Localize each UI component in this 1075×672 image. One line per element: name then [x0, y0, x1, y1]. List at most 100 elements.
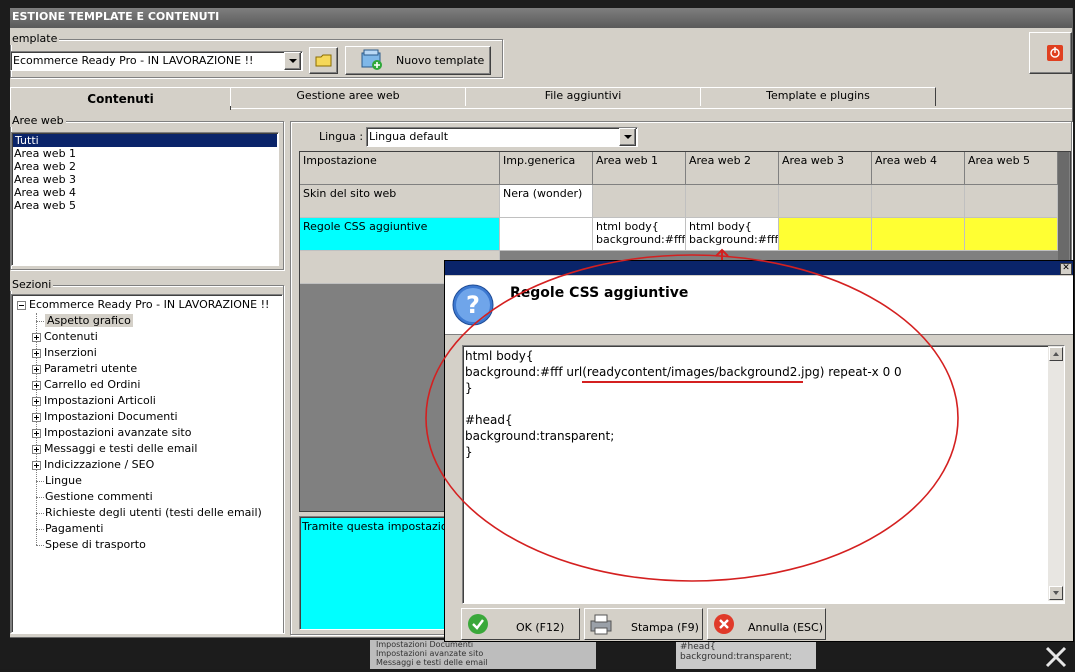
scroll-up-button[interactable]: [1049, 347, 1063, 361]
template-group-label: emplate: [10, 32, 60, 45]
ok-button[interactable]: OK (F12): [461, 608, 580, 640]
grid-cell[interactable]: [965, 185, 1058, 218]
expand-icon[interactable]: [32, 348, 41, 358]
power-icon: [1047, 45, 1063, 61]
grid-cell[interactable]: [779, 185, 872, 218]
tree-item[interactable]: Gestione commenti: [36, 489, 153, 505]
grid-cell[interactable]: [872, 185, 965, 218]
background-peek-text: Impostazioni Documenti Impostazioni avan…: [370, 640, 596, 669]
grid-cell[interactable]: [686, 185, 779, 218]
grid-header: Area web 2: [686, 152, 779, 185]
template-combo-value: Ecommerce Ready Pro - IN LAVORAZIONE !!: [13, 54, 254, 67]
grid-cell[interactable]: Nera (wonder): [500, 185, 593, 218]
lingua-combo[interactable]: Lingua default: [366, 127, 638, 147]
grid-cell[interactable]: [500, 218, 593, 251]
tab-contenuti[interactable]: Contenuti: [10, 87, 231, 110]
tab-file-aggiuntivi[interactable]: File aggiuntivi: [465, 87, 701, 106]
tree-item[interactable]: Impostazioni Articoli: [32, 393, 156, 409]
description-box: Tramite questa impostazione e: [299, 516, 472, 630]
dialog-titlebar: [445, 261, 1073, 275]
expand-icon[interactable]: [32, 412, 41, 422]
code-line: background:#fff url(readycontent/images/…: [465, 365, 902, 379]
list-item[interactable]: Area web 4: [12, 186, 278, 199]
cancel-icon: [714, 614, 734, 634]
arrow-down-icon: [1053, 591, 1059, 595]
tree-item[interactable]: Carrello ed Ordini: [32, 377, 140, 393]
power-button[interactable]: [1029, 32, 1072, 74]
grid-cell-selected[interactable]: Regole CSS aggiuntive: [300, 218, 500, 251]
sezioni-label: Sezioni: [10, 278, 54, 291]
expand-icon[interactable]: [32, 364, 41, 374]
aree-web-list[interactable]: Tutti Area web 1 Area web 2 Area web 3 A…: [11, 132, 279, 266]
window-title: ESTIONE TEMPLATE E CONTENUTI: [12, 10, 220, 23]
css-editor-dialog: ✕ ? Regole CSS aggiuntive html body{ bac…: [444, 260, 1074, 642]
svg-text:?: ?: [466, 291, 480, 319]
list-item[interactable]: Area web 1: [12, 147, 278, 160]
grid-cell[interactable]: [872, 218, 965, 251]
tree-item[interactable]: Spese di trasporto: [36, 537, 146, 553]
grid-cell[interactable]: [593, 185, 686, 218]
tree-item[interactable]: Parametri utente: [32, 361, 137, 377]
new-template-icon: [361, 49, 382, 70]
grid-header: Imp.generica: [500, 152, 593, 185]
grid-header: Area web 4: [872, 152, 965, 185]
sezioni-tree[interactable]: Ecommerce Ready Pro - IN LAVORAZIONE !! …: [11, 294, 283, 633]
grid-cell[interactable]: [965, 218, 1058, 251]
grid-header: Area web 1: [593, 152, 686, 185]
code-line: }: [465, 445, 473, 459]
tree-item[interactable]: Lingue: [36, 473, 82, 489]
tab-template-e-plugins[interactable]: Template e plugins: [700, 87, 936, 106]
tree-item[interactable]: Messaggi e testi delle email: [32, 441, 197, 457]
tree-item[interactable]: Indicizzazione / SEO: [32, 457, 154, 473]
list-item[interactable]: Area web 2: [12, 160, 278, 173]
grid-header: Area web 3: [779, 152, 872, 185]
grid-cell[interactable]: [779, 218, 872, 251]
dialog-header: ? Regole CSS aggiuntive: [445, 276, 1073, 335]
print-button[interactable]: Stampa (F9): [584, 608, 703, 640]
tree-item[interactable]: Inserzioni: [32, 345, 97, 361]
tree-root[interactable]: Ecommerce Ready Pro - IN LAVORAZIONE !!: [17, 297, 269, 313]
tab-gestione-aree-web[interactable]: Gestione aree web: [230, 87, 466, 106]
lingua-label: Lingua :: [319, 130, 364, 143]
tree-item[interactable]: Contenuti: [32, 329, 98, 345]
expand-icon[interactable]: [32, 396, 41, 406]
collapse-icon[interactable]: [17, 300, 26, 310]
new-template-button[interactable]: Nuovo template: [345, 46, 491, 75]
tree-item[interactable]: Pagamenti: [36, 521, 103, 537]
tree-item[interactable]: Impostazioni Documenti: [32, 409, 178, 425]
folder-icon: [315, 54, 332, 67]
open-folder-button[interactable]: [309, 47, 338, 74]
template-combo[interactable]: Ecommerce Ready Pro - IN LAVORAZIONE !!: [10, 51, 303, 71]
expand-icon[interactable]: [32, 380, 41, 390]
list-item[interactable]: Area web 5: [12, 199, 278, 212]
code-line: #head{: [465, 413, 513, 427]
arrow-up-icon: [1053, 352, 1059, 356]
aree-web-label: Aree web: [10, 114, 66, 127]
grid-header: Area web 5: [965, 152, 1058, 185]
close-icon[interactable]: ✕: [1060, 263, 1072, 275]
expand-icon[interactable]: [32, 332, 41, 342]
list-item[interactable]: Area web 3: [12, 173, 278, 186]
expand-icon[interactable]: [32, 460, 41, 470]
grid-cell[interactable]: Skin del sito web: [300, 185, 500, 218]
expand-icon[interactable]: [32, 444, 41, 454]
cancel-button[interactable]: Annulla (ESC): [707, 608, 826, 640]
tree-item[interactable]: Richieste degli utenti (testi delle emai…: [36, 505, 262, 521]
check-icon: [468, 614, 488, 634]
window-titlebar: ESTIONE TEMPLATE E CONTENUTI: [10, 8, 1072, 28]
grid-cell[interactable]: html body{ background:#fff: [593, 218, 686, 251]
list-item[interactable]: Tutti: [13, 134, 277, 147]
chevron-down-icon[interactable]: [284, 52, 301, 70]
css-editor-textarea[interactable]: html body{ background:#fff url(readycont…: [462, 345, 1065, 604]
grid-cell[interactable]: html body{ background:#fff: [686, 218, 779, 251]
chevron-down-icon[interactable]: [619, 128, 636, 146]
code-line: background:transparent;: [465, 429, 615, 443]
tree-item[interactable]: Aspetto grafico: [36, 313, 133, 329]
scroll-down-button[interactable]: [1049, 586, 1063, 600]
close-overlay-icon[interactable]: [1044, 645, 1068, 669]
editor-scrollbar[interactable]: [1048, 346, 1064, 601]
background-peek-code: #head{ background:transparent;: [676, 640, 816, 669]
tree-item[interactable]: Impostazioni avanzate sito: [32, 425, 191, 441]
expand-icon[interactable]: [32, 428, 41, 438]
annotation-underline: [582, 381, 803, 383]
